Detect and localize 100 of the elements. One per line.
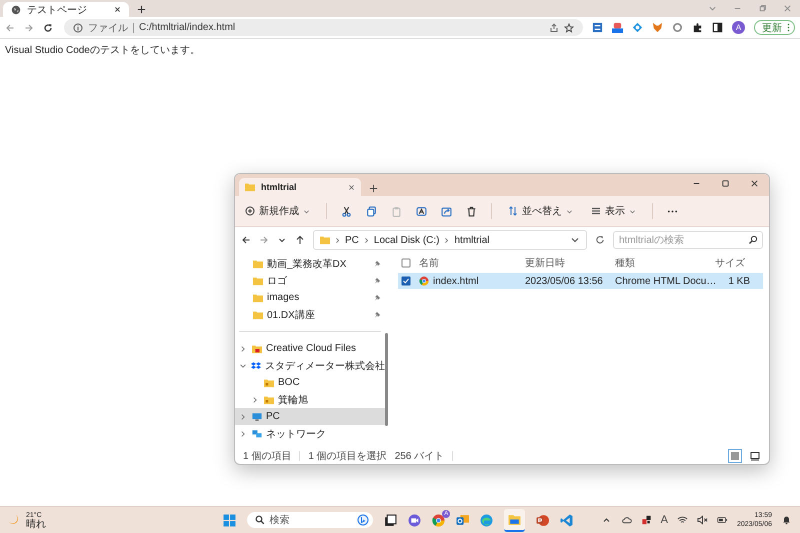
explorer-tab[interactable]: htmltrial (239, 178, 361, 196)
tree-item[interactable]: BOC (235, 374, 385, 391)
dropbox-icon (251, 360, 261, 370)
new-tab-icon[interactable] (137, 5, 146, 14)
tree-item[interactable]: ネットワーク (235, 425, 385, 442)
close-icon[interactable] (348, 184, 355, 190)
chevron-down-icon[interactable] (239, 362, 247, 370)
share-icon[interactable] (441, 206, 452, 216)
notification-icon[interactable] (781, 515, 792, 525)
slides-icon[interactable] (536, 514, 550, 526)
chevron-right-icon[interactable] (239, 412, 247, 420)
rename-icon[interactable] (416, 206, 427, 216)
share-icon[interactable] (549, 22, 559, 32)
puzzle-icon[interactable] (692, 22, 703, 33)
globe-icon (11, 4, 21, 14)
file-explorer-button[interactable] (504, 508, 526, 532)
tree-label: スタディメーター株式会社 (265, 360, 385, 372)
chevron-right-icon[interactable] (251, 396, 259, 404)
folder-icon (245, 182, 255, 192)
tree-label: PC (266, 411, 280, 422)
maximize-icon[interactable] (721, 179, 730, 188)
back-icon[interactable] (241, 235, 251, 245)
sidebar-item[interactable]: images (235, 289, 385, 306)
search-field[interactable]: 検索 (247, 512, 374, 528)
address-field[interactable]: PC Local Disk (C:) htmltrial (313, 230, 587, 250)
sidebar-item[interactable]: 01.DX講座 (235, 306, 385, 323)
details-view-icon[interactable] (729, 450, 741, 462)
mail-icon[interactable] (456, 514, 470, 526)
breadcrumb-item[interactable]: PC (345, 234, 359, 246)
copy-icon[interactable] (366, 206, 377, 216)
cloud-icon[interactable] (620, 515, 632, 525)
chevron-right-icon[interactable] (239, 344, 247, 352)
search-field[interactable]: htmltrialの検索 (613, 231, 763, 249)
reload-icon[interactable] (43, 22, 53, 32)
forward-icon[interactable] (259, 235, 269, 245)
tree-item[interactable]: Creative Cloud Files (235, 340, 385, 357)
video-chat-icon[interactable] (408, 514, 422, 526)
page-text: Visual Studio Codeのテストをしています。 (5, 44, 201, 57)
restore-icon[interactable] (758, 4, 767, 13)
chevron-right-icon[interactable] (239, 430, 247, 438)
file-row[interactable]: index.html 2023/05/06 13:56 Chrome HTML Docu… 1 KB (398, 273, 763, 289)
tree-item[interactable]: スタディメーター株式会社 (235, 357, 385, 374)
folder-icon (320, 235, 330, 245)
checkbox[interactable] (401, 258, 411, 268)
new-tab-icon[interactable] (369, 184, 378, 193)
column-header[interactable]: サイズ (711, 256, 753, 270)
battery-icon[interactable] (716, 515, 728, 525)
breadcrumb-item[interactable]: htmltrial (454, 234, 490, 246)
browser-tab[interactable]: テストページ (3, 2, 129, 17)
folder-icon (264, 378, 274, 388)
forward-icon[interactable] (24, 22, 34, 32)
chevron-down-icon (629, 208, 636, 214)
input-mode-indicator[interactable]: A (660, 514, 668, 526)
checkbox[interactable] (401, 276, 411, 286)
update-button[interactable]: 更新 (754, 20, 795, 35)
chevron-down-icon[interactable] (570, 235, 580, 245)
sidebar-item[interactable]: ロゴ (235, 272, 385, 289)
weather-condition: 晴れ (26, 520, 46, 530)
list-icon (591, 206, 601, 216)
delete-icon[interactable] (466, 206, 477, 216)
chrome-icon[interactable] (432, 514, 446, 526)
close-icon[interactable] (114, 6, 121, 13)
extension-icon[interactable] (612, 22, 623, 33)
refresh-icon[interactable] (595, 235, 605, 245)
tree-item[interactable]: 箕輪旭 (235, 391, 385, 408)
tiles-view-icon[interactable] (749, 450, 761, 462)
code-editor-icon[interactable] (560, 514, 574, 526)
column-header[interactable]: 名前 (415, 256, 521, 270)
sidebar-item[interactable]: 動画_業務改革DX (235, 255, 385, 272)
up-icon[interactable] (295, 235, 305, 245)
folder-label: ロゴ (267, 274, 288, 288)
task-view-icon[interactable] (384, 514, 398, 526)
circle-icon[interactable] (672, 22, 683, 33)
wifi-icon[interactable] (676, 515, 688, 525)
muted-speaker-icon[interactable] (696, 515, 708, 525)
app-tray-icon[interactable] (640, 515, 652, 525)
extension-icon[interactable] (632, 22, 643, 33)
start-icon[interactable] (223, 514, 236, 526)
fox-icon[interactable] (652, 22, 663, 33)
sort-button[interactable]: 並べ替え (506, 202, 575, 220)
tree-item[interactable]: PC (235, 408, 385, 425)
folder-label: 01.DX講座 (267, 308, 316, 322)
monitor-icon (252, 412, 262, 422)
chevron-right-icon (362, 236, 370, 244)
column-header[interactable]: 更新日時 (521, 256, 611, 270)
star-icon[interactable] (564, 22, 574, 32)
close-icon[interactable] (750, 179, 759, 188)
cut-icon[interactable] (341, 206, 352, 216)
view-button[interactable]: 表示 (589, 202, 638, 220)
tab-title: テストページ (27, 4, 88, 16)
scheme-label: ファイル (88, 22, 128, 34)
profile-avatar[interactable]: A (732, 21, 745, 34)
column-header[interactable]: 種類 (611, 256, 711, 270)
new-button[interactable]: 新規作成 (243, 202, 312, 220)
scrollbar[interactable] (385, 333, 388, 426)
info-icon (73, 22, 83, 32)
address-bar[interactable]: ファイル C:/htmltrial/index.html (64, 19, 583, 36)
breadcrumb-item[interactable]: Local Disk (C:) (374, 234, 440, 246)
side-panel-icon[interactable] (712, 22, 723, 33)
extension-icon[interactable] (592, 22, 603, 33)
